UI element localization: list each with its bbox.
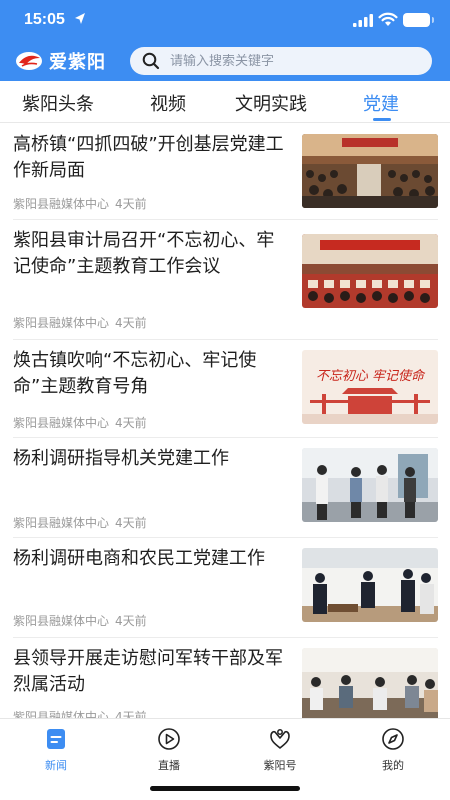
nav-news-label: 新闻 bbox=[45, 759, 67, 772]
article-list: 高桥镇“四抓四破”开创基层党建工作新局面 紫阳县融媒体中心 4天前 紫阳县审计局召… bbox=[0, 124, 450, 718]
bird-logo-icon bbox=[16, 52, 42, 70]
status-bar: 15:05 bbox=[0, 0, 450, 40]
article-item[interactable]: 焕古镇吹响“不忘初心、牢记使命”主题教育号角 紫阳县融媒体中心 4天前 不忘初心 … bbox=[0, 340, 450, 438]
article-title: 高桥镇“四抓四破”开创基层党建工作新局面 bbox=[13, 134, 284, 181]
article-title: 焕古镇吹响“不忘初心、牢记使命”主题教育号角 bbox=[13, 350, 257, 397]
search-bar[interactable] bbox=[130, 47, 432, 75]
article-item[interactable]: 杨利调研指导机关党建工作 紫阳县融媒体中心 4天前 bbox=[0, 438, 450, 538]
article-meta: 紫阳县融媒体中心 4天前 bbox=[13, 514, 147, 531]
article-meta: 紫阳县融媒体中心 4天前 bbox=[13, 414, 147, 431]
article-title: 杨利调研电商和农民工党建工作 bbox=[13, 548, 265, 569]
nav-ziyang-account-label: 紫阳号 bbox=[263, 759, 297, 772]
article-meta: 紫阳县融媒体中心 4天前 bbox=[13, 612, 147, 629]
nav-news[interactable]: 新闻 bbox=[26, 727, 86, 773]
article-time: 4天前 bbox=[115, 516, 147, 530]
location-arrow-icon bbox=[75, 13, 85, 24]
article-time: 4天前 bbox=[115, 614, 147, 628]
app-name: 爱紫阳 bbox=[49, 52, 106, 73]
article-meta: 紫阳县融媒体中心 4天前 bbox=[13, 708, 147, 718]
article-thumbnail bbox=[302, 448, 438, 522]
active-tab-indicator bbox=[373, 118, 391, 121]
cellular-signal-icon bbox=[353, 14, 373, 27]
home-indicator[interactable] bbox=[150, 786, 300, 791]
status-time: 15:05 bbox=[24, 11, 65, 28]
article-title: 县领导开展走访慰问军转干部及军烈属活动 bbox=[13, 648, 283, 695]
article-source: 紫阳县融媒体中心 bbox=[13, 516, 110, 530]
tab-video[interactable]: 视频 bbox=[150, 90, 186, 116]
article-item[interactable]: 县领导开展走访慰问军转干部及军烈属活动 紫阳县融媒体中心 4天前 bbox=[0, 638, 450, 718]
article-thumbnail bbox=[302, 648, 438, 718]
banner-slogan: 不忘初心 牢记使命 bbox=[316, 368, 426, 384]
tab-civilization-practice[interactable]: 文明实践 bbox=[235, 90, 307, 116]
compass-icon bbox=[382, 728, 404, 750]
article-source: 紫阳县融媒体中心 bbox=[13, 614, 110, 628]
app-logo: 爱紫阳 bbox=[15, 49, 120, 73]
article-title: 杨利调研指导机关党建工作 bbox=[13, 448, 229, 469]
hands-icon bbox=[270, 729, 290, 749]
article-meta: 紫阳县融媒体中心 4天前 bbox=[13, 314, 147, 331]
article-item[interactable]: 杨利调研电商和农民工党建工作 紫阳县融媒体中心 4天前 bbox=[0, 538, 450, 638]
article-source: 紫阳县融媒体中心 bbox=[13, 416, 110, 430]
search-input[interactable] bbox=[170, 53, 410, 69]
nav-live-label: 直播 bbox=[158, 759, 180, 772]
article-source: 紫阳县融媒体中心 bbox=[13, 197, 110, 211]
news-icon bbox=[47, 729, 65, 749]
article-time: 4天前 bbox=[115, 710, 147, 718]
article-thumbnail: 不忘初心 牢记使命 bbox=[302, 350, 438, 424]
article-source: 紫阳县融媒体中心 bbox=[13, 710, 110, 718]
category-tabs: 紫阳头条 视频 文明实践 党建 bbox=[0, 81, 450, 123]
article-thumbnail bbox=[302, 548, 438, 622]
app-header: 15:05 爱紫阳 bbox=[0, 0, 450, 81]
battery-icon bbox=[403, 13, 434, 27]
article-meta: 紫阳县融媒体中心 4天前 bbox=[13, 195, 147, 212]
article-thumbnail bbox=[302, 134, 438, 208]
article-time: 4天前 bbox=[115, 416, 147, 430]
article-source: 紫阳县融媒体中心 bbox=[13, 316, 110, 330]
nav-profile-label: 我的 bbox=[382, 759, 404, 772]
play-icon bbox=[158, 728, 180, 750]
nav-live[interactable]: 直播 bbox=[139, 727, 199, 773]
wifi-icon bbox=[378, 12, 398, 26]
article-time: 4天前 bbox=[115, 197, 147, 211]
article-time: 4天前 bbox=[115, 316, 147, 330]
nav-profile[interactable]: 我的 bbox=[363, 727, 423, 773]
article-item[interactable]: 高桥镇“四抓四破”开创基层党建工作新局面 紫阳县融媒体中心 4天前 bbox=[0, 124, 450, 220]
article-item[interactable]: 紫阳县审计局召开“不忘初心、牢记使命”主题教育工作会议 紫阳县融媒体中心 4天前 bbox=[0, 220, 450, 340]
article-thumbnail bbox=[302, 234, 438, 308]
tab-party-building[interactable]: 党建 bbox=[363, 90, 399, 116]
tab-headlines[interactable]: 紫阳头条 bbox=[22, 90, 94, 116]
nav-ziyang-account[interactable]: 紫阳号 bbox=[250, 727, 310, 773]
article-title: 紫阳县审计局召开“不忘初心、牢记使命”主题教育工作会议 bbox=[13, 230, 275, 277]
search-icon bbox=[142, 52, 160, 70]
